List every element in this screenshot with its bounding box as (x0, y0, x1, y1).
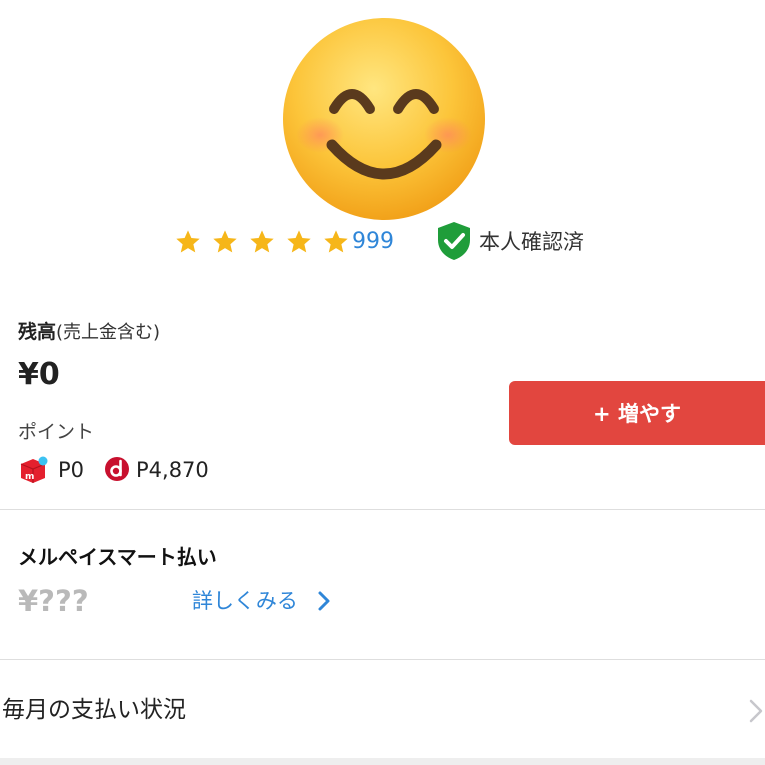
d-point-icon (105, 457, 129, 481)
d-point-value: P4,870 (136, 458, 209, 482)
star-icon (287, 230, 311, 253)
star-icon (250, 230, 274, 253)
section-separator (0, 758, 765, 765)
balance-title: 残高(売上金含む) (18, 318, 160, 347)
verified-label: 本人確認済 (479, 230, 584, 254)
divider (0, 509, 765, 510)
avatar[interactable] (282, 17, 486, 221)
chevron-right-icon[interactable] (314, 590, 334, 612)
points-label: ポイント (18, 421, 95, 443)
balance-title-note: (売上金含む) (56, 322, 161, 343)
rating-count[interactable]: 999 (352, 228, 394, 256)
star-icon (213, 230, 237, 253)
balance-amount: ¥0 (18, 357, 60, 392)
mercari-point-value: P0 (58, 458, 85, 482)
smart-pay-details-link[interactable]: 詳しくみる (192, 586, 334, 616)
mercari-point-icon: m (20, 456, 48, 483)
details-link-label[interactable]: 詳しくみる (192, 586, 298, 616)
verified-shield-icon (438, 222, 470, 260)
monthly-payment-label[interactable]: 毎月の支払い状況 (2, 694, 186, 726)
smart-pay-title: メルペイスマート払い (18, 545, 217, 569)
chevron-right-icon[interactable] (748, 698, 764, 724)
balance-title-label: 残高 (18, 321, 57, 343)
svg-text:m: m (25, 472, 34, 482)
smart-pay-amount: ¥??? (18, 584, 89, 618)
rating-stars (172, 228, 352, 256)
star-icon (324, 230, 348, 253)
star-icon (176, 230, 200, 253)
add-balance-button[interactable]: + 増やす (509, 381, 765, 445)
